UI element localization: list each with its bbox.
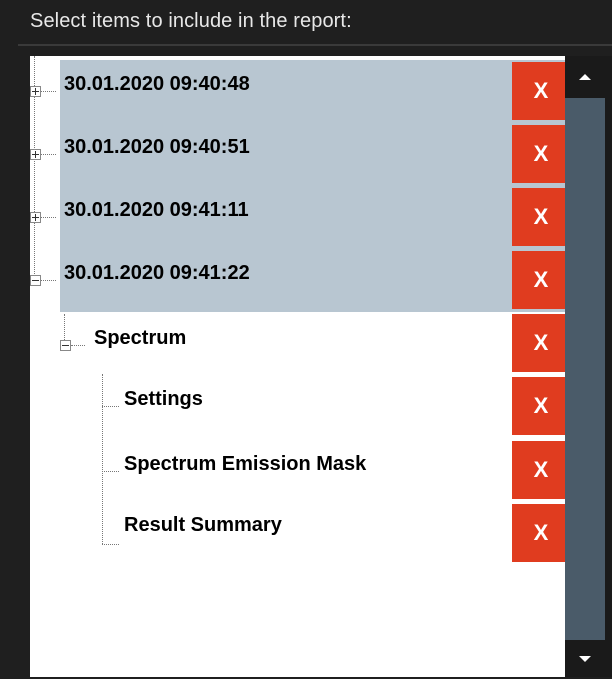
tree-connector xyxy=(102,544,119,545)
scroll-down-arrow-icon[interactable] xyxy=(579,656,591,662)
dialog-header: Select items to include in the report: xyxy=(0,0,612,44)
delete-item-button[interactable]: X xyxy=(512,441,565,499)
delete-item-button[interactable]: X xyxy=(512,377,565,435)
tree-item-label[interactable]: 30.01.2020 09:41:11 xyxy=(64,199,249,222)
header-label: Select items to include in the report: xyxy=(30,10,352,32)
expand-plus-icon[interactable] xyxy=(30,212,41,223)
delete-item-button[interactable]: X xyxy=(512,314,565,372)
tree-item-label[interactable]: Settings xyxy=(124,388,203,411)
tree-item-label[interactable]: Spectrum xyxy=(94,327,186,350)
tree-connector xyxy=(102,374,103,544)
expand-plus-icon[interactable] xyxy=(30,149,41,160)
tree-connector xyxy=(102,471,119,472)
tree-connector xyxy=(71,345,85,346)
delete-item-button[interactable]: X xyxy=(512,125,565,183)
tree-connector xyxy=(41,280,56,281)
scroll-up-arrow-icon[interactable] xyxy=(579,74,591,80)
collapse-minus-icon[interactable] xyxy=(30,275,41,286)
tree-item-label[interactable]: Result Summary xyxy=(124,514,282,537)
tree-connector xyxy=(41,217,56,218)
tree-connector xyxy=(102,406,119,407)
tree-connector xyxy=(41,154,56,155)
tree-connector xyxy=(41,91,56,92)
expand-plus-icon[interactable] xyxy=(30,86,41,97)
tree-item-label[interactable]: Spectrum Emission Mask xyxy=(124,453,366,476)
delete-item-button[interactable]: X xyxy=(512,188,565,246)
scrollbar-thumb[interactable] xyxy=(565,98,605,640)
collapse-minus-icon[interactable] xyxy=(60,340,71,351)
tree-connector xyxy=(64,314,65,340)
tree-item-label[interactable]: 30.01.2020 09:41:22 xyxy=(64,262,250,285)
delete-item-button[interactable]: X xyxy=(512,504,565,562)
delete-item-button[interactable]: X xyxy=(512,251,565,309)
delete-item-button[interactable]: X xyxy=(512,62,565,120)
report-items-tree: 30.01.2020 09:40:48 X 30.01.2020 09:40:5… xyxy=(30,56,565,677)
tree-item-label[interactable]: 30.01.2020 09:40:48 xyxy=(64,73,250,96)
tree-item-label[interactable]: 30.01.2020 09:40:51 xyxy=(64,136,250,159)
